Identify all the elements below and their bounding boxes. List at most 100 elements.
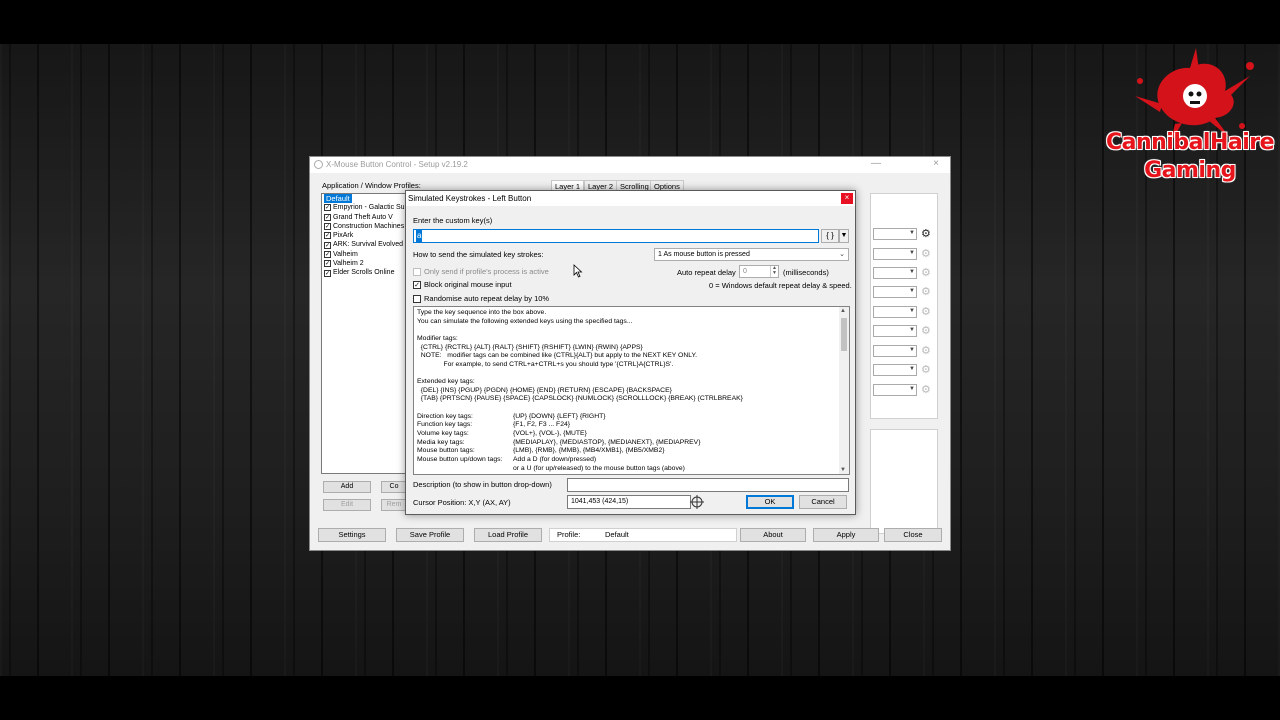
auto-repeat-label: Auto repeat delay (677, 268, 736, 277)
chevron-down-icon: ▼ (909, 386, 915, 392)
help-line-value: or a U (for up/released) to the mouse bu… (513, 464, 685, 472)
chevron-down-icon: ▼ (909, 347, 915, 353)
checkbox-checked-icon[interactable]: ✓ (324, 232, 331, 240)
help-line: Volume key tags: {VOL+}, {VOL-}, {MUTE} (417, 430, 837, 439)
gear-icon[interactable]: ⚙ (921, 345, 931, 357)
list-item[interactable]: ✓ Elder Scrolls Online (322, 268, 406, 277)
only-send-checkbox[interactable]: Only send if profile's process is active (413, 267, 549, 276)
letterbox-top (0, 0, 1280, 44)
mapping-dropdown[interactable]: ▼ (873, 306, 917, 318)
list-item[interactable]: ✓ Empyrion - Galactic Sur (322, 203, 406, 212)
apply-button[interactable]: Apply (813, 528, 879, 542)
gear-icon[interactable]: ⚙ (921, 267, 931, 279)
save-profile-button[interactable]: Save Profile (396, 528, 464, 542)
custom-keys-input[interactable]: a (413, 229, 819, 243)
list-item[interactable]: ✓ Valheim 2 (322, 259, 406, 268)
minimize-icon[interactable]: — (866, 158, 886, 169)
help-line: {CTRL} {RCTRL} {ALT} {RALT} {SHIFT} {RSH… (417, 344, 837, 353)
gear-icon[interactable]: ⚙ (921, 248, 931, 260)
copy-button[interactable]: Co (381, 481, 407, 493)
gear-icon[interactable]: ⚙ (921, 228, 931, 240)
main-titlebar[interactable]: X-Mouse Button Control - Setup v2.19.2 —… (310, 157, 950, 173)
checkbox-checked-icon[interactable]: ✓ (324, 250, 331, 258)
add-button[interactable]: Add (323, 481, 371, 493)
description-input[interactable] (567, 478, 849, 492)
help-line: NOTE: modifier tags can be combined like… (417, 352, 837, 361)
scrollbar-thumb[interactable] (841, 318, 847, 351)
send-mode-dropdown[interactable]: 1 As mouse button is pressed ⌄ (654, 248, 849, 261)
close-icon[interactable]: × (926, 158, 946, 169)
help-line: Type the key sequence into the box above… (417, 309, 837, 318)
gear-icon[interactable]: ⚙ (921, 364, 931, 376)
help-line-value: {F1, F2, F3 ... F24} (513, 421, 571, 429)
chevron-up-icon[interactable]: ▲ (840, 308, 846, 314)
logo-line-1: CannibalHaire (1105, 130, 1275, 155)
gear-icon[interactable]: ⚙ (921, 306, 931, 318)
close-button[interactable]: Close (884, 528, 942, 542)
help-line-text: Direction key tags: (417, 412, 473, 420)
list-item[interactable]: ✓ Valheim (322, 250, 406, 259)
profile-status-label: Profile: (557, 530, 581, 539)
help-line-value: {MEDIAPLAY}, {MEDIASTOP}, {MEDIANEXT}, {… (513, 438, 701, 446)
ok-button[interactable]: OK (746, 495, 794, 509)
list-item[interactable]: ✓ Construction Machines (322, 222, 406, 231)
checkbox-checked-icon[interactable]: ✓ (324, 204, 331, 212)
vertical-scrollbar[interactable]: ▲ ▼ (839, 307, 849, 474)
how-to-send-label: How to send the simulated key strokes: (413, 250, 544, 259)
mouse-pointer-icon (573, 264, 583, 278)
crosshair-icon[interactable] (690, 495, 704, 509)
help-line: You can simulate the following extended … (417, 318, 837, 327)
description-label: Description (to show in button drop-down… (413, 480, 552, 489)
mapping-dropdown[interactable]: ▼ (873, 286, 917, 298)
help-line-text: {DEL} {INS} {PGUP} {PGDN} {HOME} {END} {… (417, 386, 672, 394)
mapping-dropdown[interactable]: ▼ (873, 267, 917, 279)
spinner-arrows-icon[interactable]: ▲ ▼ (770, 266, 778, 277)
custom-keys-value: a (416, 230, 423, 242)
help-line (417, 369, 837, 378)
profile-list[interactable]: ✓Default ✓Empyrion - Galactic Sur ✓Grand… (321, 193, 407, 474)
mapping-dropdown[interactable]: ▼ (873, 384, 917, 396)
help-line-text: You can simulate the following extended … (417, 317, 633, 325)
insert-tag-button[interactable]: { } (821, 229, 839, 243)
chevron-down-icon: ▼ (909, 288, 915, 294)
help-line-text: Mouse button tags: (417, 447, 475, 455)
gear-icon[interactable]: ⚙ (921, 325, 931, 337)
about-button[interactable]: About (740, 528, 806, 542)
auto-repeat-input[interactable]: 0 ▲ ▼ (739, 265, 779, 278)
chevron-down-icon[interactable]: ▼ (840, 467, 846, 473)
checkbox-checked-icon[interactable]: ✓ (324, 269, 331, 277)
list-item[interactable]: ✓ PixArk (322, 231, 406, 240)
help-line-text: Volume key tags: (417, 429, 469, 437)
help-line-value: Add a D (for down/pressed) (513, 455, 597, 463)
help-line-text: Mouse button up/down tags: (417, 455, 503, 463)
list-item[interactable]: ✓ ARK: Survival Evolved (322, 240, 406, 249)
mapping-dropdown[interactable]: ▼ (873, 364, 917, 376)
checkbox-checked-icon[interactable]: ✓ (324, 241, 331, 249)
checkbox-checked-icon[interactable]: ✓ (324, 260, 331, 268)
help-line-text: Media key tags: (417, 438, 465, 446)
block-input-checkbox[interactable]: ✓ Block original mouse input (413, 280, 512, 289)
help-line-text: Type the key sequence into the box above… (417, 309, 547, 316)
load-profile-button[interactable]: Load Profile (474, 528, 542, 542)
list-item[interactable]: ✓Default (322, 194, 406, 204)
mapping-dropdown[interactable]: ▼ (873, 325, 917, 337)
cancel-button[interactable]: Cancel (799, 495, 847, 509)
chevron-down-icon: ▼ (909, 327, 915, 333)
checkbox-checked-icon[interactable]: ✓ (324, 213, 331, 221)
checkbox-checked-icon[interactable]: ✓ (324, 223, 331, 231)
settings-button[interactable]: Settings (318, 528, 386, 542)
edit-button[interactable]: Edit (323, 499, 371, 511)
close-icon[interactable]: × (841, 193, 853, 204)
mapping-dropdown[interactable]: ▼ (873, 248, 917, 260)
mapping-dropdown[interactable]: ▼ (873, 345, 917, 357)
gear-icon[interactable]: ⚙ (921, 286, 931, 298)
dialog-titlebar[interactable]: Simulated Keystrokes - Left Button × (406, 191, 855, 206)
checkbox-checked-icon: ✓ (413, 280, 421, 289)
mapping-dropdown[interactable]: ▼ (873, 228, 917, 240)
chevron-down-icon[interactable]: ▼ (839, 229, 849, 243)
remove-button[interactable]: Rem (381, 499, 407, 511)
gear-icon[interactable]: ⚙ (921, 384, 931, 396)
help-text-box[interactable]: Type the key sequence into the box above… (413, 306, 850, 475)
randomise-checkbox[interactable]: Randomise auto repeat delay by 10% (413, 294, 549, 303)
list-item[interactable]: ✓ Grand Theft Auto V (322, 213, 406, 222)
